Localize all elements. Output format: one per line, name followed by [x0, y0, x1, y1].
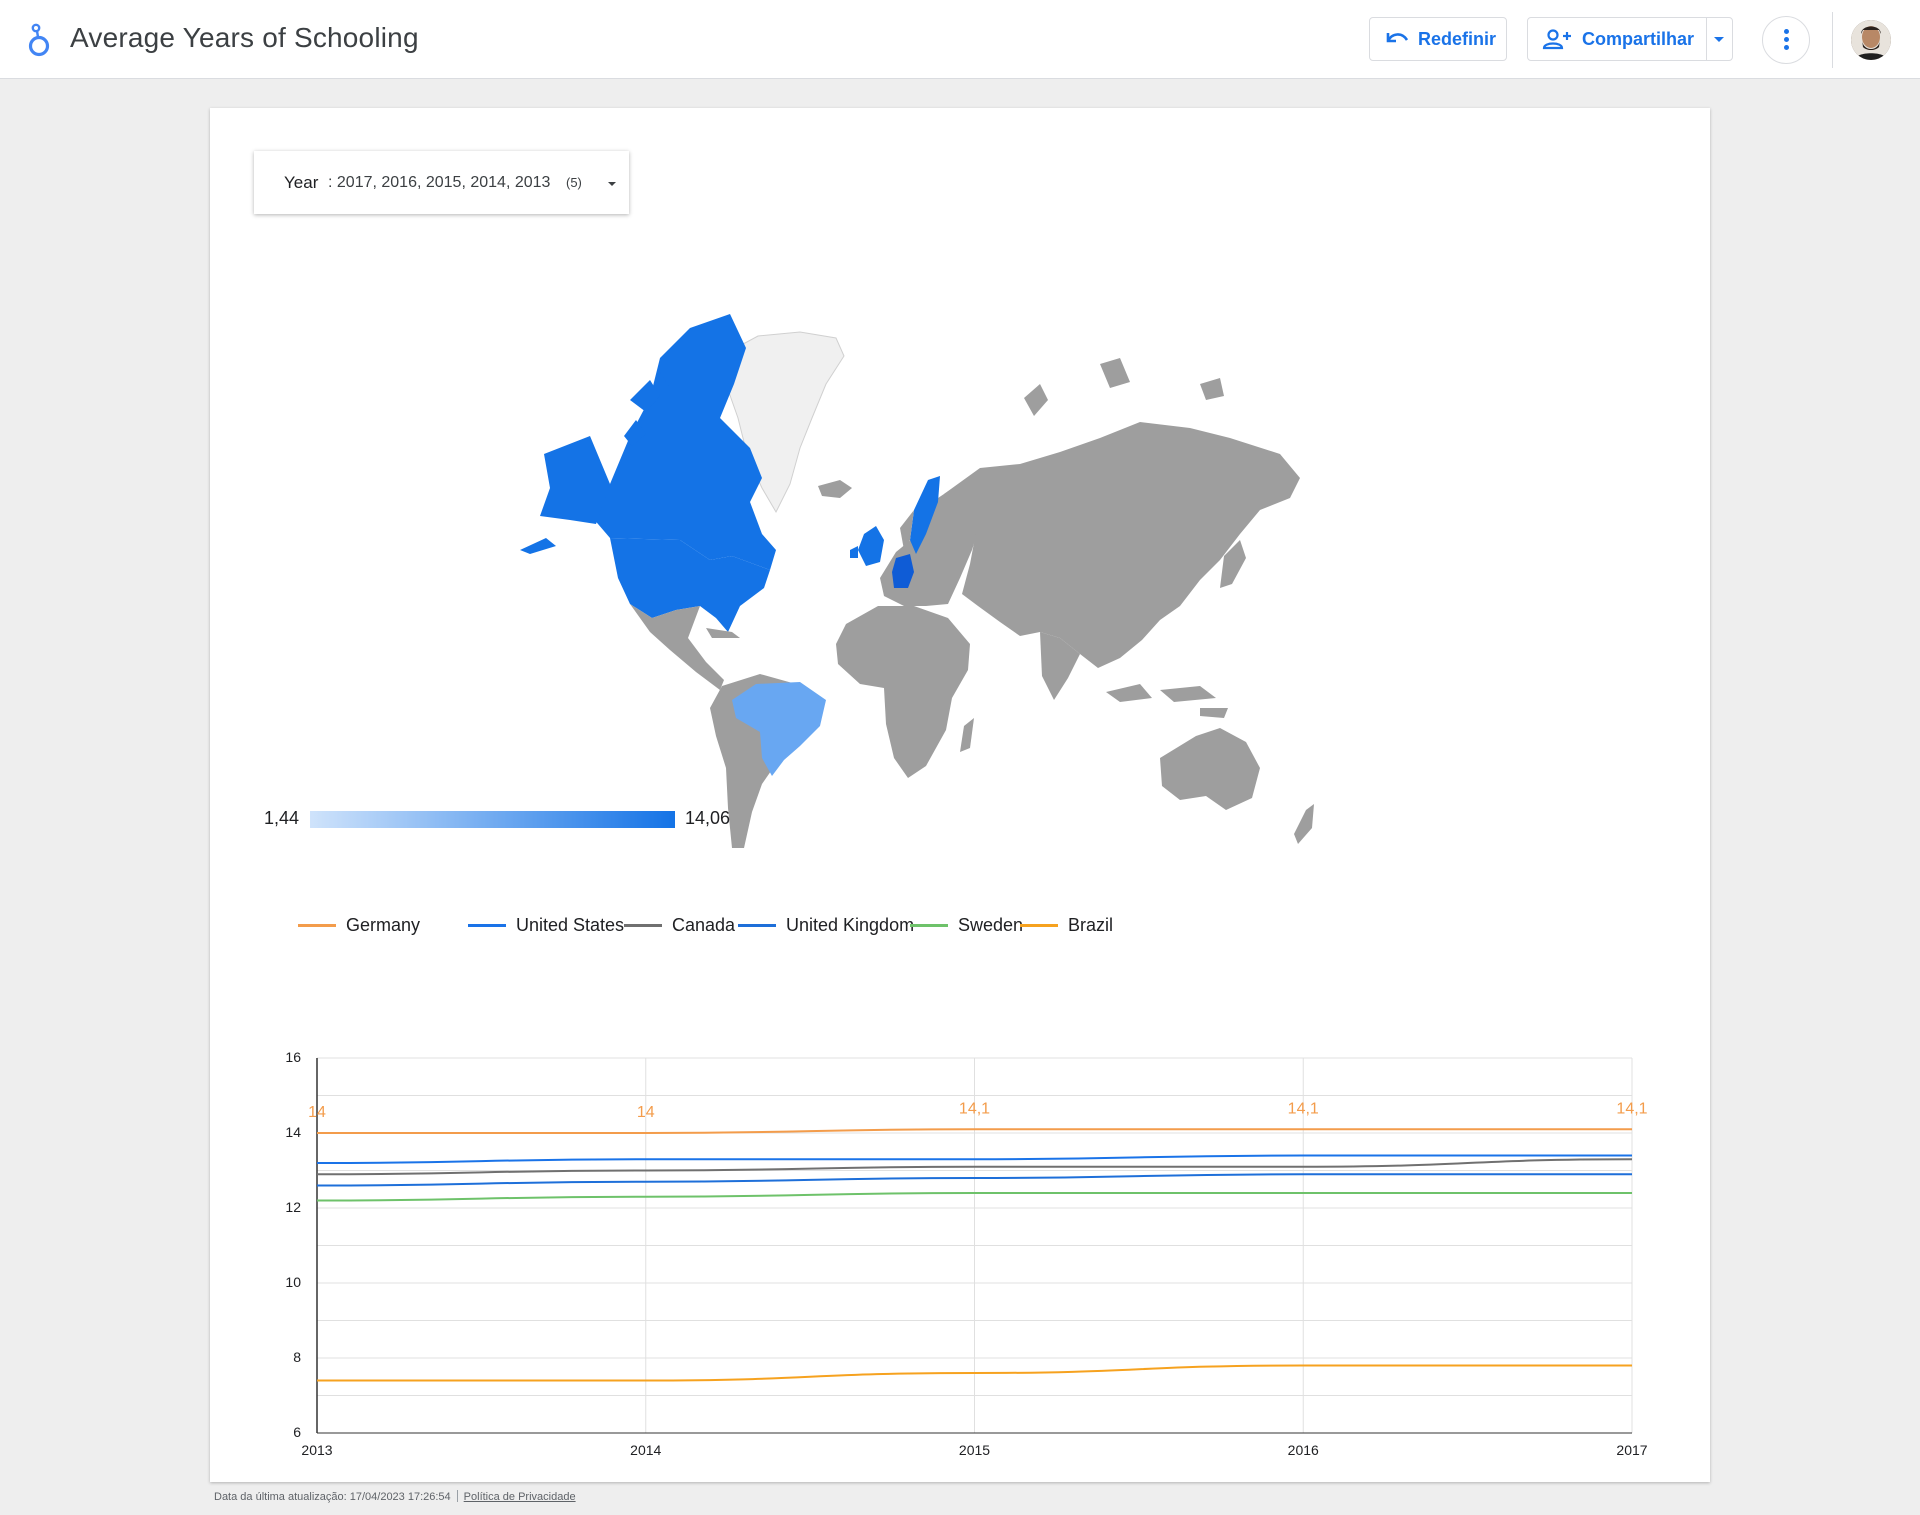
legend-swatch [1020, 923, 1058, 927]
footer: Data da última atualização: 17/04/2023 1… [214, 1490, 576, 1503]
filter-label: Year [284, 173, 319, 192]
legend-swatch [468, 923, 506, 927]
geo-map[interactable] [500, 288, 1420, 888]
data-label: 14,1 [959, 1100, 990, 1117]
map-region-caribbean[interactable] [706, 628, 740, 638]
legend-swatch [910, 923, 948, 927]
legend-label: United Kingdom [786, 914, 915, 935]
map-scale-min-value: 1,44 [264, 808, 300, 828]
looker-studio-logo-icon[interactable] [26, 22, 52, 58]
map-region-united-kingdom[interactable] [850, 526, 884, 566]
privacy-policy-link[interactable]: Política de Privacidade [464, 1491, 576, 1503]
dropdown-arrow-icon[interactable] [608, 182, 616, 186]
map-color-scale [310, 811, 675, 828]
share-button-label: Compartilhar [1582, 28, 1695, 49]
map-region-africa[interactable] [836, 606, 970, 778]
undo-icon [1386, 33, 1409, 43]
map-region-iceland[interactable] [818, 480, 852, 498]
x-tick-label: 2015 [959, 1442, 990, 1458]
footer-separator [456, 1490, 458, 1502]
line-chart[interactable]: 6 8 10 12 14 16 2013 2014 2015 2016 2017 14 14 14,1 14… [210, 938, 1710, 1478]
person-add-icon [1542, 29, 1571, 50]
legend-swatch [298, 923, 336, 927]
data-label: 14,1 [1616, 1100, 1647, 1117]
legend-label: United States [516, 914, 625, 935]
legend-item[interactable]: Brazil [1020, 910, 1113, 940]
x-tick-label: 2014 [630, 1442, 661, 1458]
y-tick-label: 12 [285, 1199, 301, 1215]
legend-label: Germany [346, 914, 421, 935]
user-photo-icon [1851, 20, 1891, 60]
share-button[interactable]: Compartilhar [1527, 17, 1733, 61]
filter-count: (5) [566, 175, 582, 190]
avatar[interactable] [1851, 20, 1891, 60]
report-title: Average Years of Schooling [70, 22, 419, 53]
y-tick-label: 8 [293, 1349, 301, 1365]
legend-item[interactable]: United States [468, 910, 624, 940]
chart-legend: Germany United States Canada United Kingdom… [210, 910, 1710, 940]
map-region-australia[interactable] [1160, 728, 1260, 810]
legend-item[interactable]: Sweden [910, 910, 1023, 940]
x-tick-label: 2017 [1616, 1442, 1647, 1458]
map-region-alaska[interactable] [520, 436, 610, 554]
more-options-button[interactable] [1762, 16, 1810, 64]
data-label: 14,1 [1288, 1100, 1319, 1117]
filter-selected-values: : 2017, 2016, 2015, 2014, 2013 [328, 174, 551, 191]
more-vert-icon [1784, 29, 1789, 34]
data-label: 14 [308, 1104, 326, 1121]
map-region-new-zealand[interactable] [1294, 804, 1314, 844]
legend-label: Sweden [958, 914, 1024, 935]
share-dropdown-icon[interactable] [1714, 37, 1724, 42]
map-region-mexico[interactable] [630, 604, 724, 690]
reset-button[interactable]: Redefinir [1369, 17, 1507, 61]
year-filter-control[interactable]: Year : 2017, 2016, 2015, 2014, 2013 (5) [254, 151, 629, 214]
top-bar: Average Years of Schooling Redefinir Com… [0, 0, 1920, 79]
report-canvas: Year : 2017, 2016, 2015, 2014, 2013 (5) [210, 108, 1710, 1482]
map-region-madagascar[interactable] [960, 718, 974, 752]
x-tick-label: 2016 [1288, 1442, 1319, 1458]
map-scale-max-value: 14,06 [685, 808, 731, 828]
y-tick-label: 16 [285, 1049, 301, 1065]
legend-label: Canada [672, 914, 736, 935]
legend-item[interactable]: United Kingdom [738, 910, 914, 940]
data-label: 14 [637, 1104, 655, 1121]
y-tick-label: 14 [285, 1124, 301, 1140]
legend-item[interactable]: Germany [298, 910, 420, 940]
legend-label: Brazil [1068, 914, 1114, 935]
legend-item[interactable]: Canada [624, 910, 735, 940]
map-region-asia[interactable] [944, 422, 1300, 668]
y-tick-label: 6 [293, 1424, 301, 1440]
share-divider [1706, 18, 1707, 60]
last-updated-text: Data da última atualização: 17/04/2023 1… [214, 1491, 451, 1503]
legend-swatch [738, 923, 776, 927]
map-region-russia-islands[interactable] [1024, 358, 1224, 416]
x-tick-label: 2013 [301, 1442, 332, 1458]
legend-swatch [624, 923, 662, 927]
map-region-indonesia[interactable] [1106, 684, 1228, 718]
y-tick-label: 10 [285, 1274, 301, 1290]
header-divider [1832, 12, 1833, 68]
reset-button-label: Redefinir [1418, 28, 1497, 49]
